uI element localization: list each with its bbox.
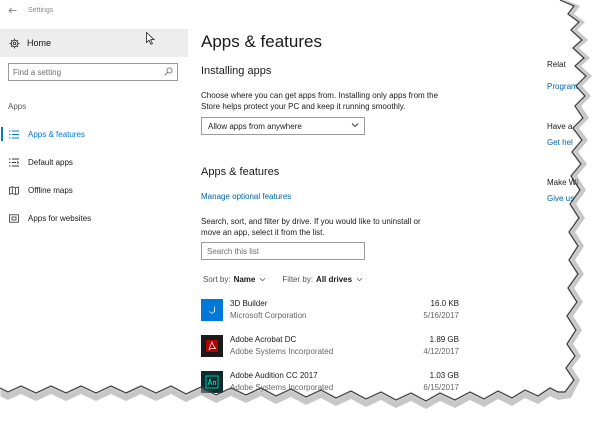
sort-by-control[interactable]: Sort by: Name [203,275,255,284]
app-size: 1.89 GB [429,335,459,344]
audition-app-icon [201,371,223,393]
mouse-cursor-icon [146,32,155,45]
app-name: Adobe Audition CC 2017 [230,371,318,380]
sidebar-item-default-apps[interactable]: Default apps [0,148,188,176]
search-list-box[interactable] [201,242,365,260]
find-setting-input[interactable] [9,67,157,77]
app-install-date: 5/16/2017 [423,311,459,320]
installing-description-line1: Choose where you can get apps from. Inst… [201,91,439,100]
chevron-down-icon[interactable] [259,277,266,282]
apps-features-heading: Apps & features [201,166,280,178]
gear-icon [9,38,23,49]
app-source-dropdown[interactable]: Allow apps from anywhere [201,117,365,135]
3d-builder-app-icon [201,299,223,321]
installing-apps-heading: Installing apps [201,65,272,77]
map-icon [9,185,21,195]
app-install-date: 6/15/2017 [423,383,459,392]
installing-description-line2: Store helps protect your PC and keep it … [201,102,406,111]
find-setting-search[interactable] [8,63,178,81]
apps-description-line1: Search, sort, and filter by drive. If yo… [201,217,421,226]
app-list-item[interactable]: 3D Builder Microsoft Corporation 16.0 KB… [201,298,459,334]
filter-by-label: Filter by: [282,275,314,284]
app-publisher: Adobe Systems Incorporated [230,347,334,356]
sort-by-label: Sort by: [203,275,231,284]
apps-description-line2: move an app, select it from the list. [201,228,325,237]
sidebar-item-label: Offline maps [28,185,73,195]
back-button[interactable] [2,0,22,20]
search-list-input[interactable] [202,246,362,256]
app-list-item[interactable]: Adobe Audition CC 2017 Adobe Systems Inc… [201,370,459,406]
search-icon[interactable] [164,67,173,76]
active-indicator [1,127,3,141]
web-icon [9,213,21,223]
back-arrow-icon [7,7,16,13]
related-heading: Relat [547,60,566,69]
title-bar: Settings [0,0,560,20]
sidebar-item-offline-maps[interactable]: Offline maps [0,176,188,204]
home-nav-button[interactable]: Home [0,29,188,57]
filter-by-control[interactable]: Filter by: All drives [282,275,352,284]
make-windows-better-heading: Make Wi [547,178,579,187]
apps-list: 3D Builder Microsoft Corporation 16.0 KB… [201,298,459,406]
acrobat-app-icon [201,335,223,357]
app-list-item[interactable]: Adobe Acrobat DC Adobe Systems Incorpora… [201,334,459,370]
page-title: Apps & features [201,32,322,51]
list-icon [9,130,21,139]
sidebar-item-label: Apps & features [28,129,85,139]
programs-link[interactable]: Program [547,82,578,91]
settings-window: Settings Home Apps Apps & features [0,0,600,423]
sidebar-item-apps-features[interactable]: Apps & features [0,120,188,148]
manage-optional-features-link[interactable]: Manage optional features [201,192,291,201]
sidebar-item-apps-for-websites[interactable]: Apps for websites [0,204,188,232]
app-name: 3D Builder [230,299,268,308]
main-content: Apps & features Installing apps Choose w… [201,20,541,393]
sidebar-item-label: Apps for websites [28,213,92,223]
app-size: 16.0 KB [430,299,459,308]
app-size: 1.03 GB [429,371,459,380]
sort-by-value: Name [233,275,256,284]
have-a-question-heading: Have a [547,122,573,131]
chevron-down-icon[interactable] [356,277,363,282]
sidebar: Home Apps Apps & features Default apps [0,20,188,390]
sidebar-nav: Apps & features Default apps Offline map… [0,120,188,232]
window-title: Settings [28,6,54,14]
related-settings-panel: Relat Program Have a Get hel Make Wi Giv… [547,20,587,390]
home-label: Home [27,38,52,48]
give-feedback-link[interactable]: Give us [547,194,574,203]
app-publisher: Microsoft Corporation [230,311,307,320]
default-apps-icon [9,158,21,167]
get-help-link[interactable]: Get hel [547,138,573,147]
chevron-down-icon [351,123,359,128]
sidebar-item-label: Default apps [28,157,73,167]
app-name: Adobe Acrobat DC [230,335,297,344]
app-install-date: 4/12/2017 [423,347,459,356]
app-publisher: Adobe Systems Incorporated [230,383,334,392]
apps-section-label: Apps [8,102,27,111]
dropdown-value: Allow apps from anywhere [208,121,302,131]
filter-by-value: All drives [316,275,353,284]
sort-filter-bar: Sort by: Name Filter by: All drives [203,275,379,284]
